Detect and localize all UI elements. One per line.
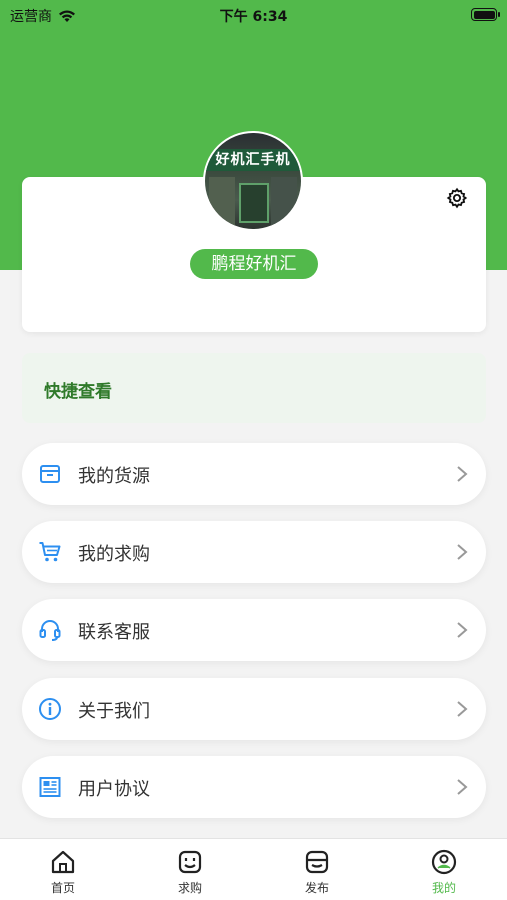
status-bar: 运营商 下午 6:34 [0,0,507,30]
menu-item-label: 我的货源 [78,466,150,487]
quick-view-title: 快捷查看 [44,382,112,402]
menu-item-about-us[interactable]: 关于我们 [22,678,486,740]
shop-name-badge: 鹏程好机汇 [190,249,318,279]
avatar[interactable]: 好机汇手机 [203,131,303,231]
gear-icon[interactable] [446,187,468,209]
tab-label: 首页 [50,881,75,895]
profile-icon [431,849,457,875]
chevron-right-icon [457,701,468,717]
headset-icon [39,620,61,641]
quick-view-section: 快捷查看 [22,353,486,423]
menu-item-label: 我的求购 [78,544,150,565]
tab-label: 发布 [304,881,329,895]
box-icon [40,465,60,483]
menu-item-contact-support[interactable]: 联系客服 [22,599,486,661]
avatar-shop-sign: 好机汇手机 [205,149,301,171]
menu-item-user-agreement[interactable]: 用户协议 [22,756,486,818]
menu-item-label: 用户协议 [78,779,150,800]
battery-icon [471,8,500,21]
smile-box-icon [178,850,202,874]
menu-item-my-supply[interactable]: 我的货源 [22,443,486,505]
chevron-right-icon [457,544,468,560]
chevron-right-icon [457,622,468,638]
cart-icon [39,542,61,562]
menu-item-label: 联系客服 [78,622,150,643]
tab-home[interactable]: 首页 [0,839,126,900]
home-icon [51,850,75,874]
menu-item-my-purchase[interactable]: 我的求购 [22,521,486,583]
tab-bar: 首页 求购 发布 我的 [0,838,507,900]
store-icon [305,850,329,874]
document-icon [39,777,61,797]
status-time: 下午 6:34 [219,9,288,25]
tab-mine[interactable]: 我的 [381,839,507,900]
chevron-right-icon [457,466,468,482]
tab-publish[interactable]: 发布 [254,839,380,900]
chevron-right-icon [457,779,468,795]
info-icon [39,698,61,720]
tab-label: 我的 [431,881,456,895]
menu-item-label: 关于我们 [78,701,150,722]
tab-label: 求购 [177,881,202,895]
tab-purchase[interactable]: 求购 [127,839,253,900]
